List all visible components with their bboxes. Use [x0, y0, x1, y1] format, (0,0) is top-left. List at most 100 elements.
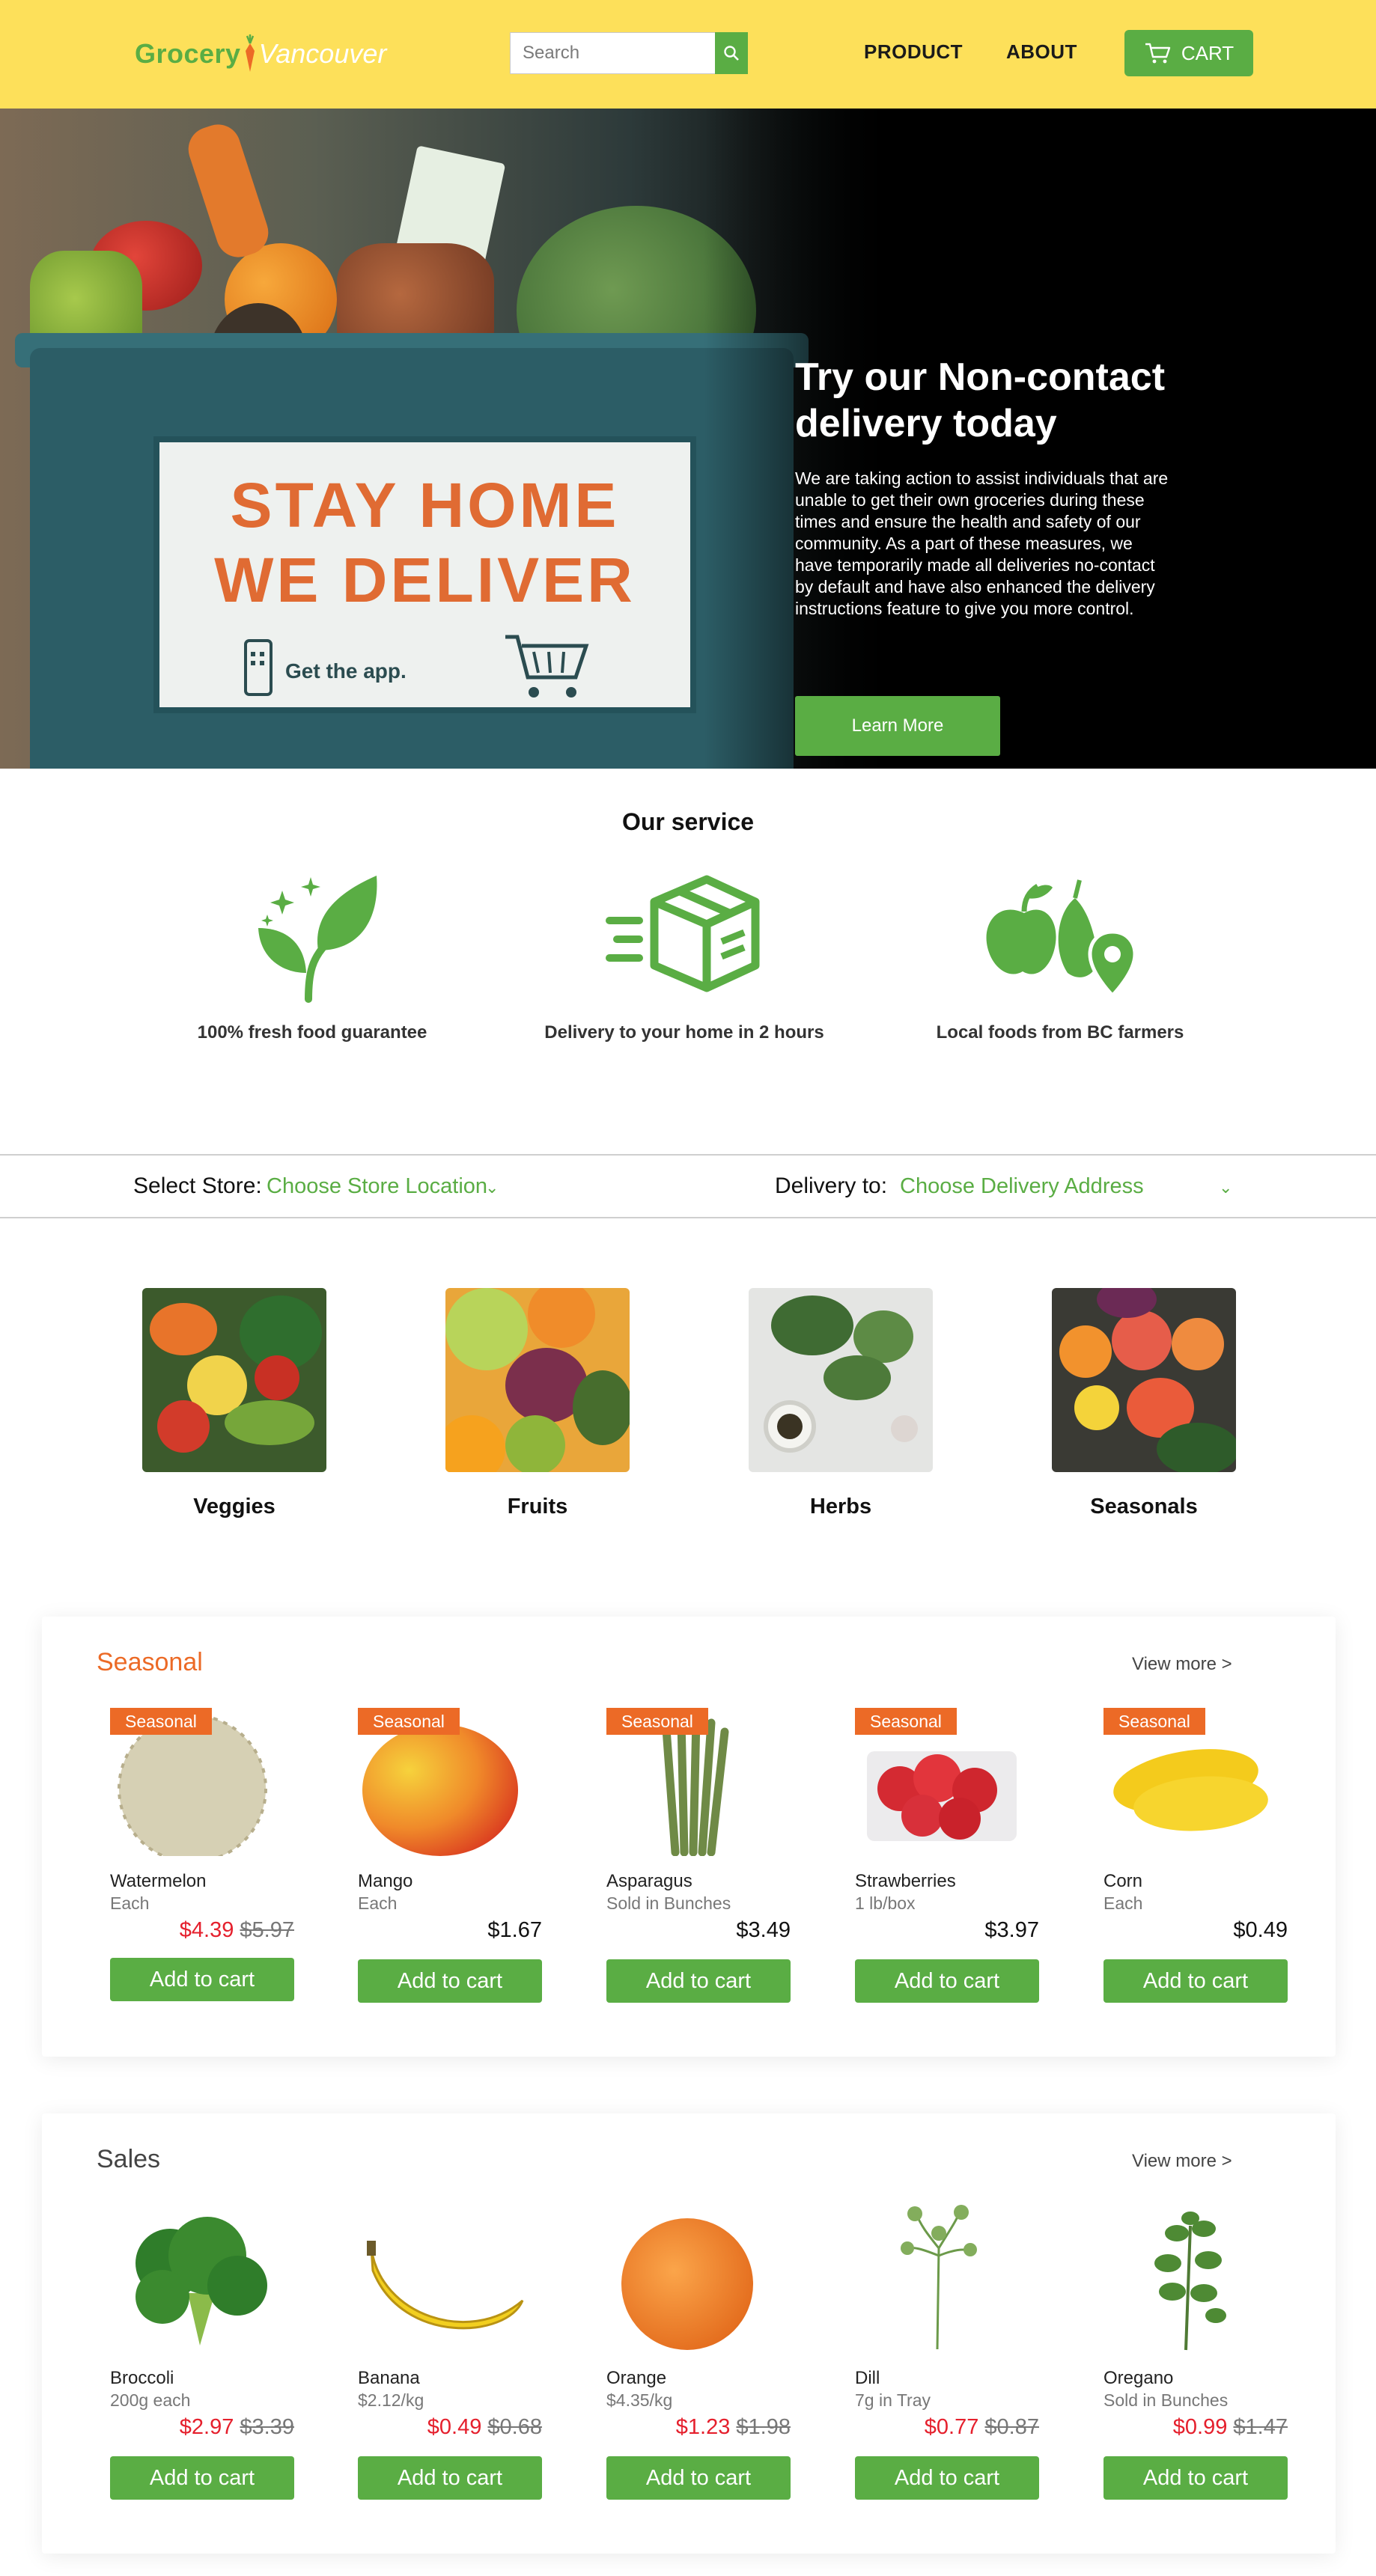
hero-description: We are taking action to assist individua… — [795, 468, 1169, 618]
category-veggies[interactable]: Veggies — [142, 1288, 326, 1519]
banana-image — [367, 2241, 524, 2330]
search-button[interactable] — [715, 32, 748, 74]
product-price: $0.77 $0.87 — [925, 2415, 1039, 2440]
product-card: Orange $4.35/kg $1.23 $1.98 Add to cart — [606, 2196, 791, 2525]
add-to-cart-button[interactable]: Add to cart — [1103, 1959, 1288, 2003]
search-input[interactable] — [510, 32, 715, 74]
category-veggies-label: Veggies — [193, 1495, 275, 1519]
add-to-cart-button[interactable]: Add to cart — [606, 1959, 791, 2003]
add-to-cart-button[interactable]: Add to cart — [358, 1959, 542, 2003]
add-to-cart-button[interactable]: Add to cart — [606, 2456, 791, 2500]
chevron-down-icon[interactable]: ⌄ — [1219, 1178, 1232, 1197]
logo[interactable]: Grocery Vancouver — [135, 33, 386, 75]
add-to-cart-button[interactable]: Add to cart — [110, 1958, 294, 2001]
original-price: $0.87 — [984, 2415, 1039, 2439]
local-produce-pin-icon — [986, 879, 1137, 998]
crate-sign: STAY HOME WE DELIVER Get the app. — [153, 436, 696, 713]
dill-image — [901, 2205, 977, 2350]
fresh-leaf-icon — [258, 876, 377, 1003]
sale-price: $0.99 — [1172, 2415, 1228, 2439]
product-name: Asparagus — [606, 1871, 692, 1891]
add-to-cart-button[interactable]: Add to cart — [110, 2456, 294, 2500]
original-price: $3.39 — [240, 2415, 294, 2439]
add-to-cart-button[interactable]: Add to cart — [1103, 2456, 1288, 2500]
chevron-down-icon[interactable]: ⌄ — [485, 1178, 499, 1197]
product-price: $1.67 — [487, 1918, 542, 1942]
product-card: Broccoli 200g each $2.97 $3.39 Add to ca… — [110, 2196, 294, 2525]
herbs-image — [749, 1288, 933, 1472]
product-price: $3.49 — [736, 1918, 791, 1942]
product-card: Seasonal Corn Each $0.49 Add to cart — [1103, 1699, 1288, 2028]
original-price: $0.68 — [487, 2415, 542, 2439]
add-to-cart-button[interactable]: Add to cart — [855, 1959, 1039, 2003]
shopping-cart-icon — [505, 635, 589, 698]
original-price: $5.97 — [240, 1918, 294, 1942]
product-unit: $4.35/kg — [606, 2390, 673, 2410]
nav-about-link[interactable]: ABOUT — [1006, 40, 1077, 64]
product-card: Dill 7g in Tray $0.77 $0.87 Add to cart — [855, 2196, 1039, 2525]
seasonal-view-more-link[interactable]: View more > — [1132, 1654, 1232, 1675]
seasonal-badge: Seasonal — [606, 1708, 708, 1735]
seasonal-badge: Seasonal — [855, 1708, 957, 1735]
category-herbs-label: Herbs — [809, 1495, 872, 1519]
product-name: Orange — [606, 2368, 667, 2388]
product-unit: 7g in Tray — [855, 2390, 931, 2410]
sales-section: Sales View more > Broccoli 200g each $2.… — [42, 2113, 1336, 2554]
product-price: $3.97 — [984, 1918, 1039, 1942]
product-unit: Each — [110, 1893, 150, 1913]
category-herbs[interactable]: Herbs — [749, 1288, 933, 1519]
sales-view-more-link[interactable]: View more > — [1132, 2151, 1232, 2172]
product-name: Dill — [855, 2368, 880, 2388]
seasonal-badge: Seasonal — [110, 1708, 212, 1735]
category-fruits[interactable]: Fruits — [445, 1288, 630, 1519]
product-card: Seasonal Mango Each $1.67 Add to cart — [358, 1699, 542, 2028]
product-price: $0.99 $1.47 — [1173, 2415, 1288, 2440]
phone-icon — [244, 639, 273, 696]
seasonal-badge: Seasonal — [1103, 1708, 1205, 1735]
product-name: Mango — [358, 1871, 413, 1891]
product-unit: 200g each — [110, 2390, 191, 2410]
category-fruits-label: Fruits — [507, 1495, 568, 1519]
product-unit: Each — [1103, 1893, 1143, 1913]
category-seasonals[interactable]: Seasonals — [1052, 1288, 1236, 1519]
store-location-dropdown[interactable]: Choose Store Location — [267, 1174, 487, 1199]
product-name: Banana — [358, 2368, 420, 2388]
hero-grocery-crate-image: STAY HOME WE DELIVER Get the app. — [0, 109, 898, 769]
oregano-image — [1154, 2212, 1226, 2351]
nav-product-link[interactable]: PRODUCT — [864, 40, 963, 64]
product-card: Seasonal Watermelon Each $4.39 $5.97 Add… — [110, 1699, 294, 2028]
product-card: Oregano Sold in Bunches $0.99 $1.47 Add … — [1103, 2196, 1288, 2525]
product-card: Seasonal Strawberries 1 lb/box $3.97 Add… — [855, 1699, 1039, 2028]
cart-button[interactable]: CART — [1124, 30, 1253, 76]
orange-image — [621, 2218, 753, 2350]
search-icon — [724, 46, 739, 61]
product-name: Oregano — [1103, 2368, 1174, 2388]
service-delivery: Delivery to your home in 2 hours — [520, 868, 849, 1043]
service-fresh: 100% fresh food guarantee — [147, 868, 477, 1043]
original-price: $1.47 — [1233, 2415, 1288, 2439]
delivery-address-dropdown[interactable]: Choose Delivery Address — [900, 1174, 1144, 1199]
product-price: $2.97 $3.39 — [180, 2415, 294, 2440]
hero-carrots — [182, 118, 275, 263]
search-bar — [510, 32, 748, 74]
product-name: Watermelon — [110, 1871, 207, 1891]
learn-more-button[interactable]: Learn More — [795, 696, 1000, 756]
add-to-cart-button[interactable]: Add to cart — [358, 2456, 542, 2500]
seasonal-badge: Seasonal — [358, 1708, 460, 1735]
add-to-cart-button[interactable]: Add to cart — [855, 2456, 1039, 2500]
sale-price: $0.49 — [427, 2415, 482, 2439]
product-price: $1.23 $1.98 — [676, 2415, 791, 2440]
cart-icon — [1145, 43, 1171, 64]
sales-title: Sales — [97, 2145, 161, 2173]
product-unit: Each — [358, 1893, 398, 1913]
delivery-box-icon — [606, 875, 760, 992]
site-header: Grocery Vancouver PRODUCT ABOUT CART — [0, 0, 1376, 109]
sale-price: $4.39 — [179, 1918, 234, 1942]
product-name: Broccoli — [110, 2368, 174, 2388]
service-local-label: Local foods from BC farmers — [936, 1022, 1184, 1043]
delivery-to-label: Delivery to: — [775, 1173, 888, 1198]
product-unit: Sold in Bunches — [606, 1893, 731, 1913]
logo-vancouver-text: Vancouver — [258, 38, 387, 69]
product-unit: $2.12/kg — [358, 2390, 424, 2410]
product-card: Banana $2.12/kg $0.49 $0.68 Add to cart — [358, 2196, 542, 2525]
